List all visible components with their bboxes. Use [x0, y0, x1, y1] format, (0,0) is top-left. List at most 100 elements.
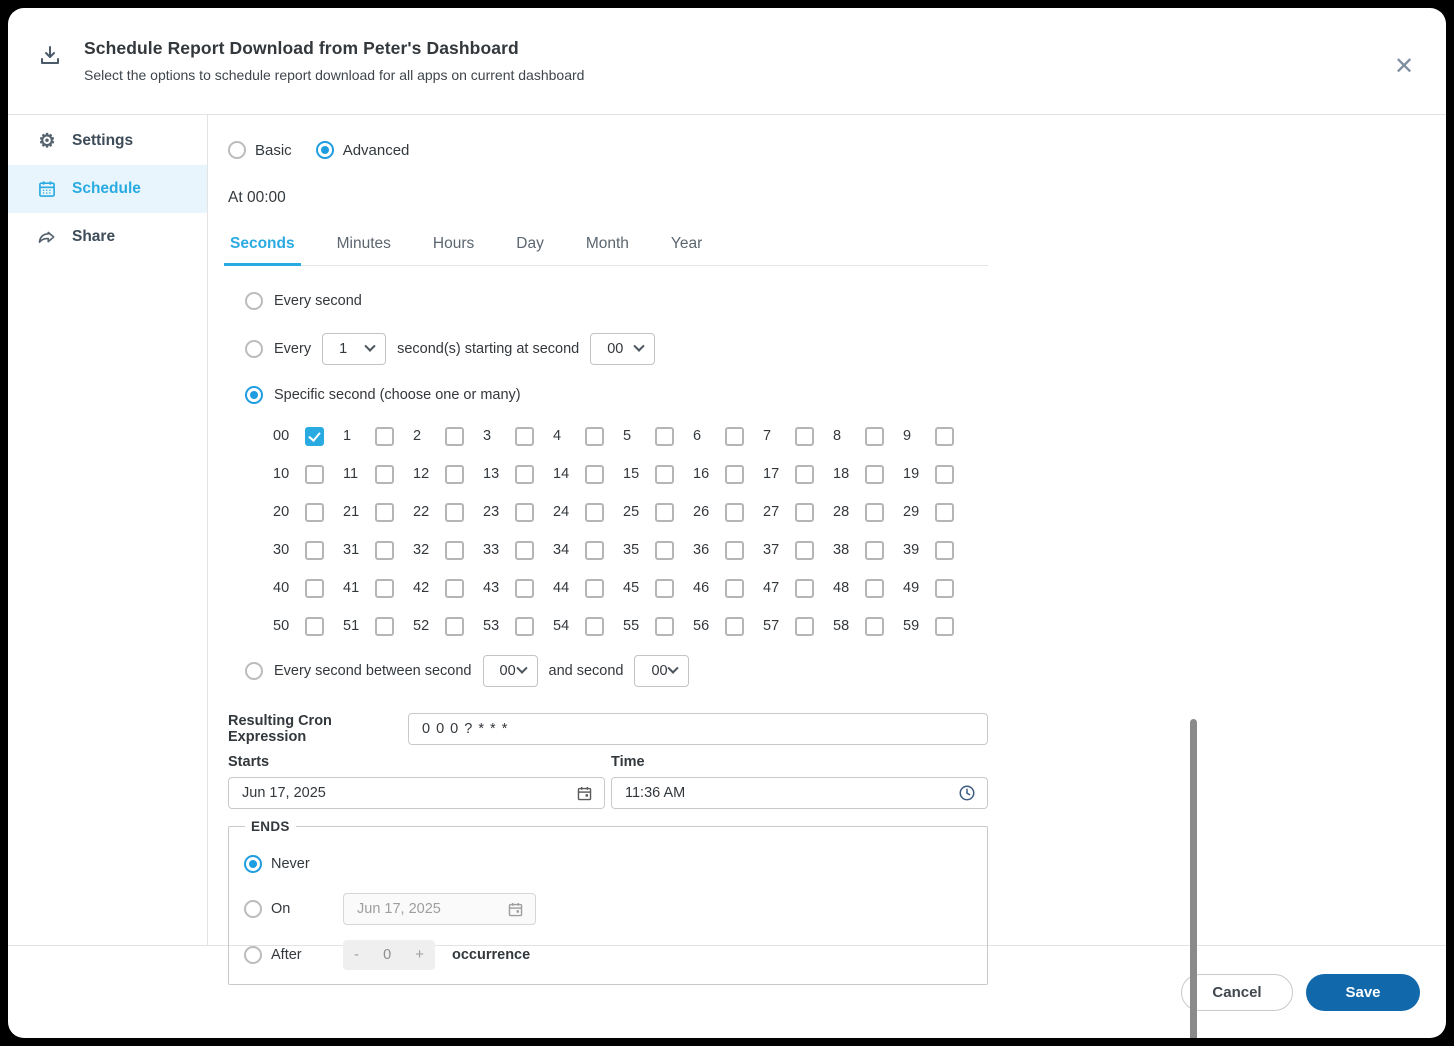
- after-radio[interactable]: [244, 945, 262, 964]
- second-checkbox-56[interactable]: [725, 616, 744, 636]
- second-checkbox-33[interactable]: [515, 540, 534, 560]
- second-checkbox-27[interactable]: [795, 502, 814, 522]
- between-from-select[interactable]: 00: [482, 655, 538, 687]
- second-checkbox-14[interactable]: [585, 464, 604, 484]
- second-checkbox-58[interactable]: [865, 616, 884, 636]
- between-radio[interactable]: [245, 662, 263, 680]
- specific-second-radio[interactable]: [245, 386, 263, 404]
- basic-radio[interactable]: [228, 141, 246, 159]
- every-second-option[interactable]: Every second: [228, 291, 988, 311]
- second-checkbox-47[interactable]: [795, 578, 814, 598]
- second-checkbox-32[interactable]: [445, 540, 464, 560]
- calendar-icon[interactable]: [576, 785, 593, 802]
- second-checkbox-54[interactable]: [585, 616, 604, 636]
- second-checkbox-3[interactable]: [515, 426, 534, 446]
- second-checkbox-9[interactable]: [935, 426, 954, 446]
- second-checkbox-30[interactable]: [305, 540, 324, 560]
- second-checkbox-45[interactable]: [655, 578, 674, 598]
- second-checkbox-36[interactable]: [725, 540, 744, 560]
- cancel-button[interactable]: Cancel: [1181, 973, 1293, 1011]
- never-radio[interactable]: [244, 854, 262, 873]
- start-date-value: Jun 17, 2025: [242, 785, 326, 801]
- second-checkbox-23[interactable]: [515, 502, 534, 522]
- scrollbar-thumb[interactable]: [1190, 719, 1197, 1038]
- sidebar-item-share[interactable]: Share: [8, 213, 207, 261]
- second-checkbox-49[interactable]: [935, 578, 954, 598]
- second-checkbox-57[interactable]: [795, 616, 814, 636]
- second-checkbox-1[interactable]: [375, 426, 394, 446]
- save-button[interactable]: Save: [1306, 973, 1420, 1011]
- second-checkbox-52[interactable]: [445, 616, 464, 636]
- second-checkbox-37[interactable]: [795, 540, 814, 560]
- sidebar-item-schedule[interactable]: Schedule: [8, 165, 207, 213]
- second-checkbox-50[interactable]: [305, 616, 324, 636]
- second-checkbox-41[interactable]: [375, 578, 394, 598]
- second-checkbox-13[interactable]: [515, 464, 534, 484]
- second-checkbox-8[interactable]: [865, 426, 884, 446]
- second-checkbox-40[interactable]: [305, 578, 324, 598]
- second-checkbox-44[interactable]: [585, 578, 604, 598]
- second-checkbox-31[interactable]: [375, 540, 394, 560]
- second-checkbox-00[interactable]: [305, 426, 324, 446]
- clock-icon[interactable]: [958, 784, 976, 802]
- tab-month[interactable]: Month: [584, 229, 631, 265]
- second-checkbox-16[interactable]: [725, 464, 744, 484]
- tab-year[interactable]: Year: [669, 229, 704, 265]
- second-checkbox-19[interactable]: [935, 464, 954, 484]
- second-checkbox-17[interactable]: [795, 464, 814, 484]
- stepper-minus[interactable]: -: [354, 946, 359, 963]
- second-checkbox-46[interactable]: [725, 578, 744, 598]
- second-checkbox-53[interactable]: [515, 616, 534, 636]
- second-checkbox-26[interactable]: [725, 502, 744, 522]
- second-checkbox-20[interactable]: [305, 502, 324, 522]
- advanced-radio[interactable]: [315, 141, 334, 159]
- stepper-plus[interactable]: +: [415, 946, 424, 963]
- start-second-select[interactable]: 00: [590, 333, 656, 365]
- second-checkbox-11[interactable]: [375, 464, 394, 484]
- second-checkbox-51[interactable]: [375, 616, 394, 636]
- second-checkbox-35[interactable]: [655, 540, 674, 560]
- between-to-select[interactable]: 00: [634, 655, 690, 687]
- second-checkbox-29[interactable]: [935, 502, 954, 522]
- second-checkbox-6[interactable]: [725, 426, 744, 446]
- tab-minutes[interactable]: Minutes: [335, 229, 393, 265]
- second-checkbox-5[interactable]: [655, 426, 674, 446]
- second-label: 5: [623, 428, 632, 444]
- second-checkbox-59[interactable]: [935, 616, 954, 636]
- second-checkbox-48[interactable]: [865, 578, 884, 598]
- second-checkbox-12[interactable]: [445, 464, 464, 484]
- second-checkbox-22[interactable]: [445, 502, 464, 522]
- second-checkbox-28[interactable]: [865, 502, 884, 522]
- second-checkbox-7[interactable]: [795, 426, 814, 446]
- second-checkbox-24[interactable]: [585, 502, 604, 522]
- second-checkbox-55[interactable]: [655, 616, 674, 636]
- specific-second-option[interactable]: Specific second (choose one or many): [228, 385, 988, 405]
- second-checkbox-10[interactable]: [305, 464, 324, 484]
- second-checkbox-39[interactable]: [935, 540, 954, 560]
- sidebar-item-settings[interactable]: ⚙ Settings: [8, 117, 207, 165]
- second-checkbox-34[interactable]: [585, 540, 604, 560]
- second-checkbox-21[interactable]: [375, 502, 394, 522]
- second-checkbox-2[interactable]: [445, 426, 464, 446]
- cron-expression-input[interactable]: 0 0 0 ? * * *: [408, 713, 988, 745]
- tab-seconds[interactable]: Seconds: [224, 229, 301, 266]
- time-input[interactable]: 11:36 AM: [611, 777, 988, 809]
- every-n-radio[interactable]: [245, 340, 263, 358]
- close-icon[interactable]: ✕: [1390, 54, 1418, 82]
- interval-select[interactable]: 1: [322, 333, 387, 365]
- second-checkbox-43[interactable]: [515, 578, 534, 598]
- mode-option-advanced[interactable]: Advanced: [315, 141, 409, 159]
- tab-day[interactable]: Day: [514, 229, 546, 265]
- second-checkbox-15[interactable]: [655, 464, 674, 484]
- every-second-radio[interactable]: [245, 292, 263, 310]
- second-checkbox-42[interactable]: [445, 578, 464, 598]
- start-date-input[interactable]: Jun 17, 2025: [228, 777, 605, 809]
- ends-never-option[interactable]: Never: [239, 848, 987, 879]
- mode-option-basic[interactable]: Basic: [228, 141, 292, 159]
- tab-hours[interactable]: Hours: [431, 229, 476, 265]
- second-checkbox-4[interactable]: [585, 426, 604, 446]
- second-checkbox-18[interactable]: [865, 464, 884, 484]
- on-radio[interactable]: [244, 900, 262, 918]
- second-checkbox-25[interactable]: [655, 502, 674, 522]
- second-checkbox-38[interactable]: [865, 540, 884, 560]
